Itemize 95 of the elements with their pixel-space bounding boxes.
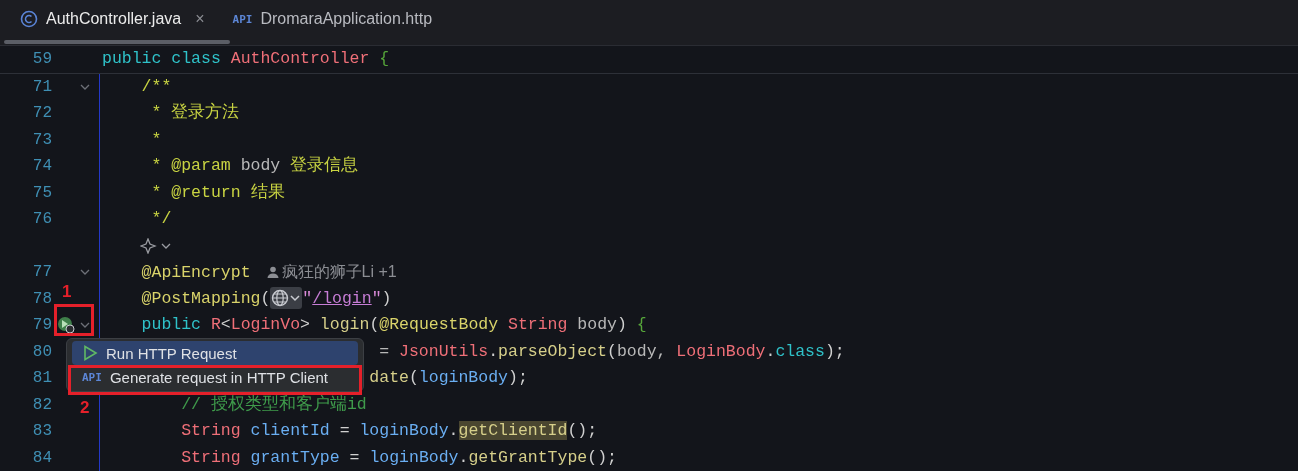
code-token: (); xyxy=(567,421,598,440)
code-token: ( xyxy=(369,315,380,334)
step-label: 1 xyxy=(62,282,72,302)
code-token: @PostMapping xyxy=(141,288,261,308)
code-token: * @param xyxy=(151,156,232,175)
line-number: 74 xyxy=(31,157,52,176)
code-token: public xyxy=(141,315,203,334)
code-token: . xyxy=(488,341,499,361)
code-token: String xyxy=(181,447,242,467)
scrollbar-thumb[interactable] xyxy=(4,40,230,44)
code-token: ); xyxy=(824,341,845,361)
code-token: body xyxy=(577,315,617,334)
line-number: 83 xyxy=(31,422,52,441)
editor-tab[interactable]: API DromaraApplication.http xyxy=(226,0,439,38)
code-token: . xyxy=(765,341,776,361)
line-number: 78 xyxy=(31,289,52,308)
code-token: ) xyxy=(616,315,628,334)
line-number: 82 xyxy=(31,395,52,414)
code-token: * 登录方法 xyxy=(151,103,240,122)
code-token: " xyxy=(302,288,313,308)
code-token: LoginBody xyxy=(676,341,766,361)
code-token: login xyxy=(319,315,370,334)
class-icon xyxy=(20,10,38,28)
code-token: loginBody xyxy=(369,447,459,467)
code-token: public class xyxy=(102,49,222,68)
code-token: class xyxy=(775,341,825,361)
code-token: loginBody xyxy=(418,368,508,387)
code-token: date xyxy=(369,368,409,387)
code-token: loginBody xyxy=(359,421,449,440)
code-token: String xyxy=(181,421,242,440)
url-link[interactable]: /login xyxy=(312,288,372,308)
code-token: > xyxy=(300,315,311,334)
code-token: JsonUtils xyxy=(399,341,489,361)
code-token: 登录信息 xyxy=(290,156,359,175)
code-token: ( xyxy=(607,341,617,361)
author-hint[interactable]: 疯狂的狮子Li +1 xyxy=(266,258,397,286)
code-token: = xyxy=(379,341,391,361)
editor-tab[interactable]: AuthController.java × xyxy=(14,0,211,38)
code-token: /** xyxy=(141,76,172,96)
code-token: { xyxy=(636,315,647,334)
code-token: * @return 结果 xyxy=(151,182,285,202)
code-token: body, xyxy=(616,341,668,361)
code-token: = xyxy=(339,421,351,440)
code-token: ( xyxy=(408,368,419,387)
code-token: // 授权类型和客户端id xyxy=(181,394,367,414)
api-icon: API xyxy=(232,12,253,26)
code-token: . xyxy=(458,447,469,467)
code-token: = xyxy=(349,447,361,467)
code-token: (); xyxy=(587,447,617,467)
code-token: ); xyxy=(508,368,528,387)
code-token: < xyxy=(220,315,231,334)
line-number: 79 xyxy=(31,316,52,335)
menu-item[interactable]: Run HTTP Request xyxy=(72,341,358,365)
line-number: 81 xyxy=(31,369,52,388)
code-token: . xyxy=(448,421,459,440)
code-token: */ xyxy=(151,209,172,228)
api-icon: API xyxy=(82,370,102,384)
code-token: AuthController xyxy=(230,49,371,68)
line-number: 73 xyxy=(31,130,52,149)
person-icon xyxy=(266,265,279,278)
fold-chevron-icon[interactable] xyxy=(80,83,90,90)
play-icon xyxy=(82,345,98,361)
line-number: 77 xyxy=(31,263,52,282)
code-token: " xyxy=(371,288,382,308)
line-number: 71 xyxy=(31,77,52,96)
code-token: * xyxy=(151,129,162,149)
code-token: LoginVo xyxy=(230,315,301,334)
code-token: @ApiEncrypt xyxy=(141,262,251,282)
code-token: parseObject xyxy=(498,341,607,361)
code-token: ) xyxy=(381,288,392,308)
line-number: 72 xyxy=(31,104,52,123)
code-token: getClientId xyxy=(458,421,568,440)
close-icon[interactable]: × xyxy=(195,10,205,28)
line-number: 80 xyxy=(31,342,52,361)
line-number: 75 xyxy=(31,183,52,202)
code-token: ( xyxy=(260,288,271,308)
fold-chevron-icon[interactable] xyxy=(80,269,90,276)
run-request-icon[interactable] xyxy=(57,316,75,335)
menu-item[interactable]: API Generate request in HTTP Client xyxy=(72,365,358,389)
code-token: clientId xyxy=(250,421,330,440)
code-token: @RequestBody xyxy=(379,315,500,334)
line-number: 76 xyxy=(31,210,52,229)
code-token: getGrantType xyxy=(468,447,588,467)
step-label: 2 xyxy=(80,398,90,418)
line-number: 59 xyxy=(31,50,52,69)
sparkle-icon[interactable] xyxy=(140,237,172,254)
code-token: R xyxy=(210,315,221,334)
highlight-frame xyxy=(54,304,94,336)
code-token: body xyxy=(240,156,282,175)
globe-dropdown[interactable] xyxy=(270,287,303,310)
code-token: grantType xyxy=(250,447,340,467)
fold-chevron-icon[interactable] xyxy=(80,322,90,329)
code-token: String xyxy=(508,315,569,334)
code-token: { xyxy=(379,49,390,68)
line-number: 84 xyxy=(31,448,52,467)
